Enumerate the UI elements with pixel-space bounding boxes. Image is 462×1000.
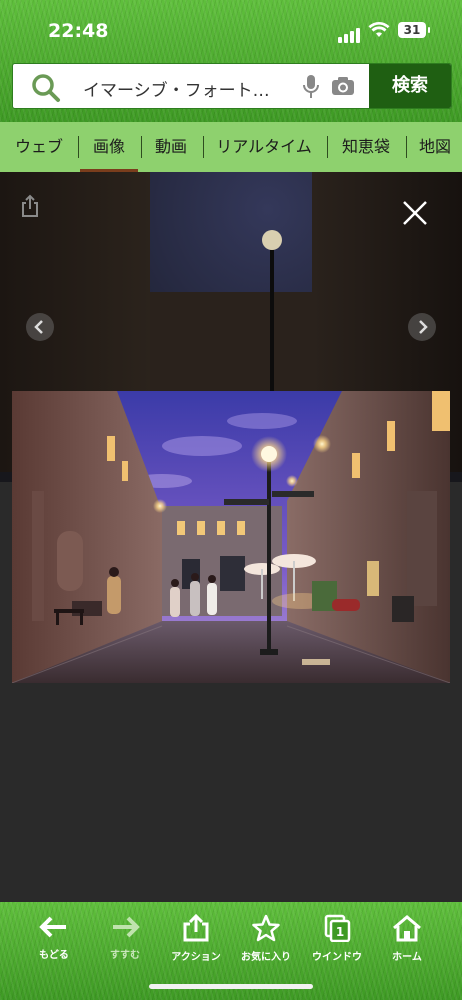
window-count-badge: 1: [336, 925, 344, 939]
tab-web[interactable]: ウェブ: [6, 122, 72, 172]
tab-chiebukuro[interactable]: 知恵袋: [328, 122, 404, 172]
search-tabs: ウェブ 画像 動画 リアルタイム 知恵袋 地図: [0, 122, 462, 172]
cellular-signal-icon: [338, 24, 362, 43]
chevron-left-icon: [34, 320, 43, 334]
action-button-label: アクション: [171, 952, 221, 963]
home-indicator: [149, 984, 313, 989]
window-button[interactable]: 1 ウインドウ: [304, 914, 370, 963]
tab-divider: [406, 136, 407, 158]
home-icon: [393, 915, 421, 942]
status-time: 22:48: [48, 20, 109, 42]
image-viewer: [0, 172, 462, 902]
forward-button-label: すすむ: [110, 950, 140, 961]
window-icon: 1: [324, 914, 351, 943]
forward-button[interactable]: すすむ: [92, 914, 158, 961]
chevron-right-icon: [419, 320, 428, 334]
favorites-button-label: お気に入り: [241, 952, 291, 963]
forward-arrow-icon: [113, 916, 140, 938]
microphone-icon[interactable]: [302, 74, 320, 104]
status-bar: 22:48 31: [0, 0, 462, 56]
back-button[interactable]: もどる: [21, 914, 87, 961]
action-button[interactable]: アクション: [163, 913, 229, 963]
back-button-label: もどる: [39, 950, 69, 961]
tab-map[interactable]: 地図: [408, 122, 462, 172]
header: 22:48 31 イマーシブ・フォート… 検索: [0, 0, 462, 122]
tab-divider: [78, 136, 79, 158]
tab-videos[interactable]: 動画: [142, 122, 200, 172]
previous-image-button[interactable]: [26, 313, 54, 341]
home-button[interactable]: ホーム: [374, 914, 440, 963]
battery-icon: 31: [398, 22, 430, 38]
favorites-button[interactable]: お気に入り: [233, 914, 299, 963]
back-arrow-icon: [39, 916, 66, 938]
main-photo[interactable]: [12, 391, 450, 683]
tab-images[interactable]: 画像: [80, 122, 138, 172]
wifi-icon: [368, 22, 390, 42]
search-icon: [31, 73, 61, 107]
star-icon: [252, 914, 280, 942]
home-button-label: ホーム: [392, 952, 422, 963]
share-icon: [183, 913, 209, 942]
share-icon[interactable]: [20, 194, 40, 222]
search-input[interactable]: イマーシブ・フォート…: [83, 76, 293, 101]
search-button[interactable]: 検索: [369, 64, 451, 108]
search-bar: イマーシブ・フォート… 検索: [12, 63, 452, 109]
tab-realtime[interactable]: リアルタイム: [204, 122, 324, 172]
next-image-button[interactable]: [408, 313, 436, 341]
window-button-label: ウインドウ: [312, 952, 362, 963]
close-icon[interactable]: [400, 198, 430, 228]
camera-icon[interactable]: [331, 76, 355, 100]
